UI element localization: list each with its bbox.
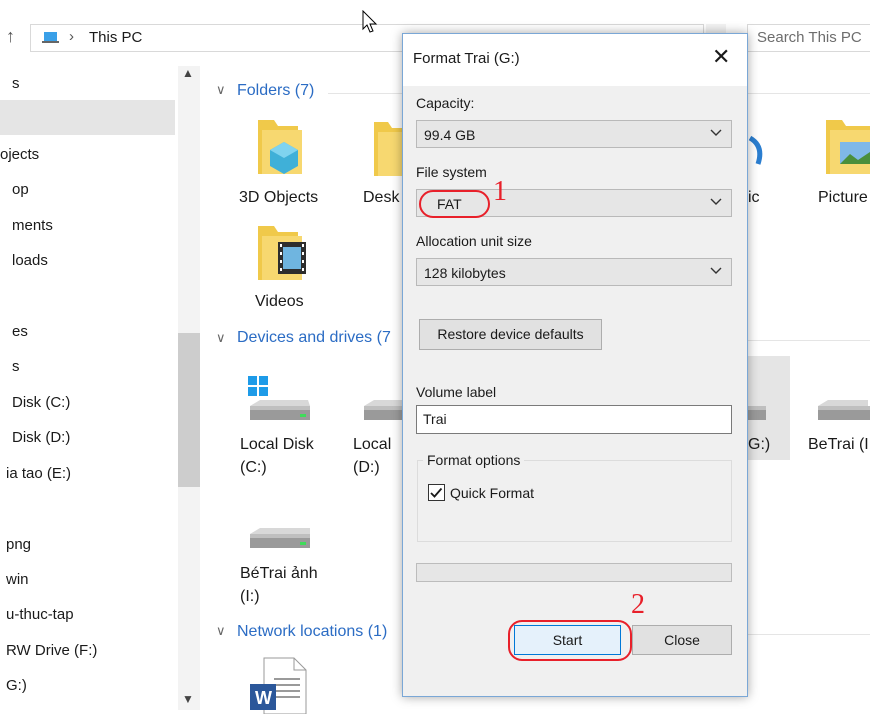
desktop-folder-icon [374,122,402,176]
capacity-value: 99.4 GB [424,127,476,143]
close-button[interactable]: Close [632,625,732,655]
drive-c-letter: (C:) [240,459,267,476]
local-disk-c-icon [248,376,310,420]
quick-format-label[interactable]: Quick Format [450,485,534,501]
progress-bar [416,563,732,582]
nav-item-png[interactable]: png [6,536,31,553]
chevron-down-icon [710,198,722,205]
allocation-select[interactable]: 128 kilobytes [416,258,732,286]
drive-betrai-label[interactable]: BeTrai (I [808,433,869,457]
chevron-down-icon [710,267,722,274]
chevron-down-icon[interactable]: ∨ [216,623,226,639]
capacity-select[interactable]: 99.4 GB [416,120,732,148]
devices-header[interactable]: Devices and drives (7 [237,329,391,347]
music-folder-icon [748,135,763,165]
betrai-drive-icon [818,400,870,420]
search-placeholder: Search This PC [757,29,862,46]
word-document-icon: W [250,657,307,714]
nav-item-pictures[interactable]: es [12,323,28,340]
checkmark-icon [430,487,443,498]
drive-g-label[interactable]: G:) [748,433,770,457]
format-options-label: Format options [423,452,525,468]
folder-videos-label[interactable]: Videos [255,290,304,314]
divider [748,93,870,94]
nav-item-documents[interactable]: ments [12,217,53,234]
pictures-folder-icon [826,120,870,174]
chevron-down-icon[interactable]: ∨ [216,330,226,346]
nav-item-drive-g[interactable]: G:) [6,677,27,694]
allocation-label: Allocation unit size [416,233,532,249]
folders-header[interactable]: Folders (7) [237,82,314,100]
quick-format-checkbox[interactable] [428,484,445,501]
drive-betrai-anh-label[interactable]: BéTrai ảnh [240,562,318,586]
chevron-right-icon: › [69,28,74,45]
nav-item-downloads[interactable]: loads [12,252,48,269]
nav-item-drive-f[interactable]: RW Drive (F:) [6,642,97,659]
chevron-down-icon[interactable]: ∨ [216,82,226,98]
folder-music-label[interactable]: ic [748,186,760,210]
betrai-anh-drive-icon [250,528,310,548]
nav-item-3d-objects[interactable]: ojects [0,146,39,163]
scroll-up-icon[interactable]: ▲ [182,66,194,80]
local-disk-d-icon [364,400,402,420]
nav-item-local-disk-c[interactable]: Disk (C:) [12,394,70,411]
folder-3d-objects-label[interactable]: 3D Objects [239,186,318,210]
drive-c-label[interactable]: Local Disk [240,433,314,457]
divider [328,93,402,94]
mouse-cursor-icon [362,10,378,33]
restore-defaults-button[interactable]: Restore device defaults [419,319,602,350]
nav-item-drive-e[interactable]: ia tao (E:) [6,465,71,482]
annotation-marker-1: 1 [493,176,507,207]
scroll-down-icon[interactable]: ▼ [182,692,194,706]
annotation-marker-2: 2 [631,589,645,620]
drive-i-letter: (I:) [240,588,260,605]
nav-item-win[interactable]: win [6,571,29,588]
drive-d-letter: (D:) [353,459,380,476]
capacity-label: Capacity: [416,95,475,111]
search-input[interactable]: Search This PC [747,24,870,52]
svg-text:W: W [255,688,272,708]
volume-label-input[interactable]: Trai [416,405,732,434]
format-options-group [417,460,732,542]
dialog-title: Format Trai (G:) [413,50,520,67]
divider [748,634,870,635]
nav-item[interactable]: s [12,75,20,92]
drive-g-icon [748,406,766,420]
volume-label-value: Trai [423,411,447,427]
network-header[interactable]: Network locations (1) [237,623,387,641]
address-location: This PC [89,29,143,46]
allocation-value: 128 kilobytes [424,265,506,281]
volume-label-caption: Volume label [416,384,497,400]
filesystem-label: File system [416,164,487,180]
folder-pictures-label[interactable]: Picture [818,186,868,210]
annotation-circle-fat [419,190,490,218]
folder-desktop-label[interactable]: Desk [363,186,399,210]
close-icon[interactable]: ✕ [712,44,730,70]
videos-folder-icon [258,226,306,280]
nav-item-desktop[interactable]: op [12,181,29,198]
nav-selected-highlight [0,100,175,135]
nav-scrollbar-thumb[interactable] [178,333,200,487]
3d-objects-folder-icon [258,120,302,174]
this-pc-icon [42,32,59,43]
nav-item-thuc-tap[interactable]: u-thuc-tap [6,606,74,623]
drive-d-label[interactable]: Local [353,433,391,457]
divider [748,340,870,341]
chevron-down-icon [710,129,722,136]
nav-item-videos[interactable]: s [12,358,20,375]
up-arrow-icon[interactable]: ↑ [6,26,15,47]
nav-item-local-disk-d[interactable]: Disk (D:) [12,429,70,446]
annotation-circle-start [508,620,632,661]
